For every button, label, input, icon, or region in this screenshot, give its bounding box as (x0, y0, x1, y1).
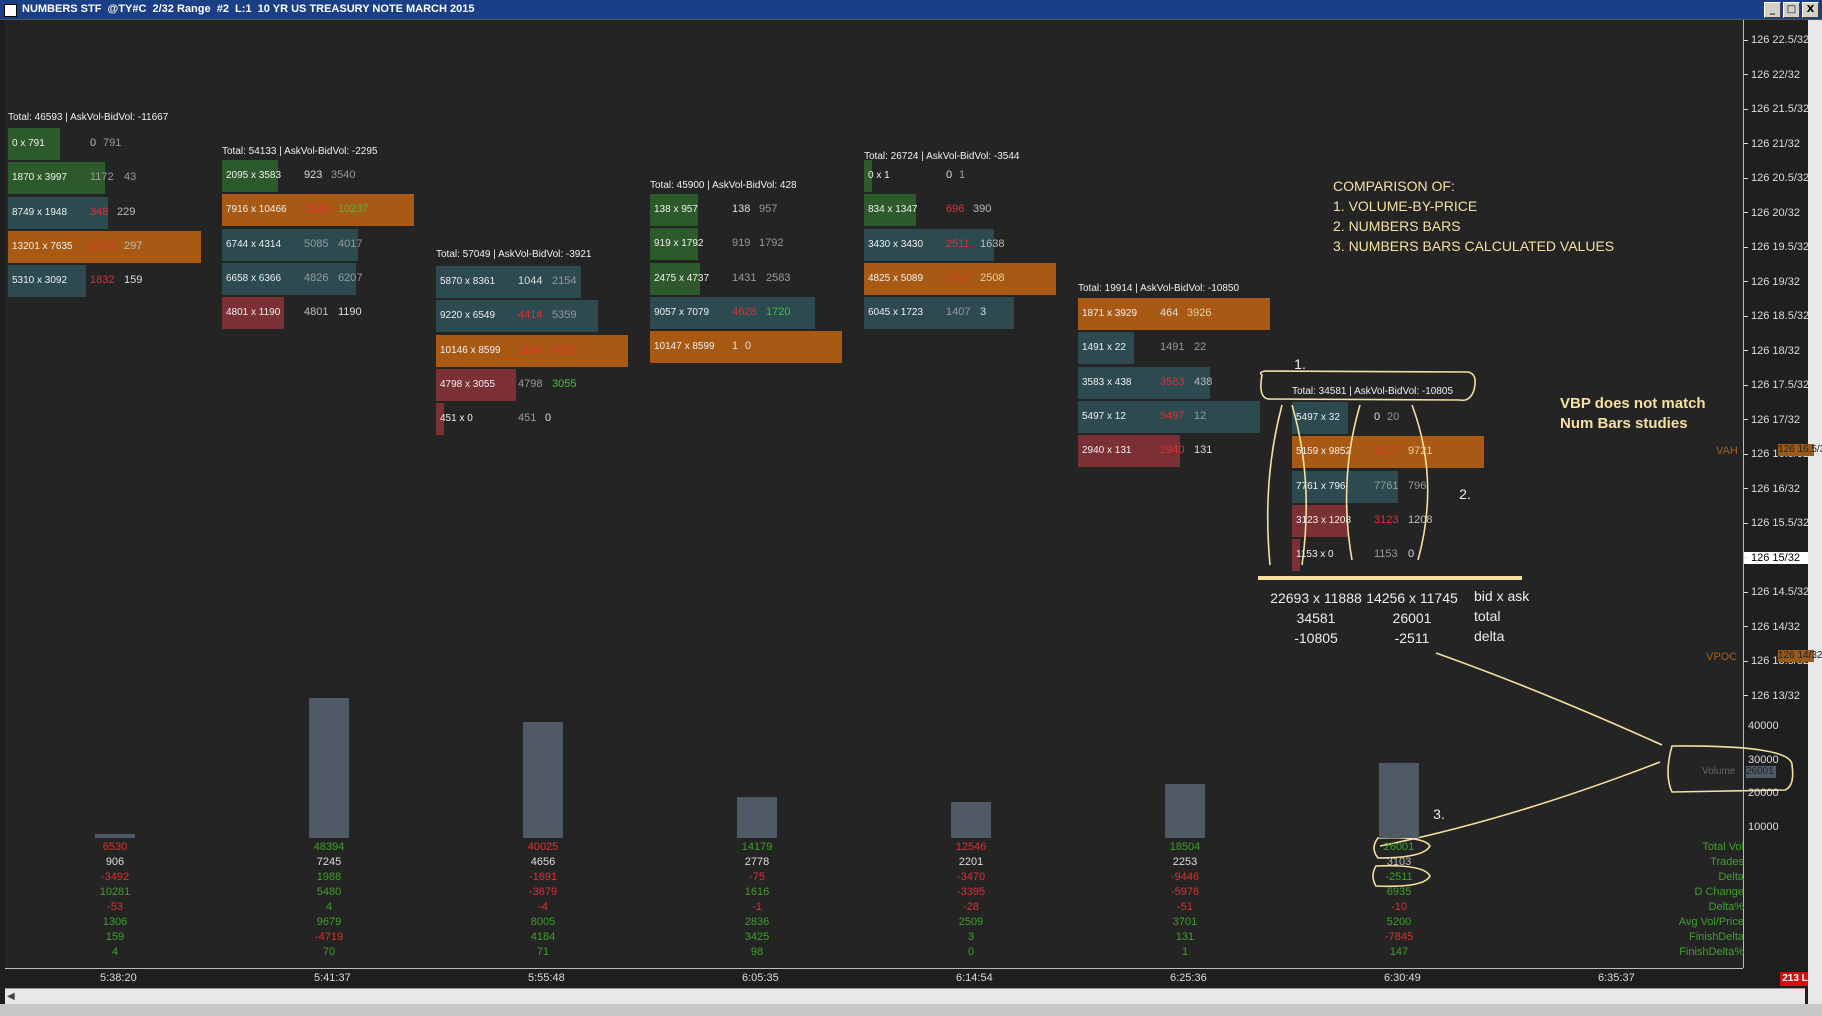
stat-value: -1691 (528, 871, 558, 883)
stat-value: -28 (963, 901, 979, 913)
volume-tick: 10000 (1748, 820, 1779, 833)
stat-value: 9679 (316, 916, 342, 928)
stat-value: 8005 (530, 916, 556, 928)
stat-value: 159 (105, 931, 125, 943)
scroll-left-icon[interactable]: ◀ (7, 991, 15, 1002)
stat-value: -3492 (100, 871, 130, 883)
stat-value: 26001 (1383, 841, 1415, 853)
time-axis[interactable]: 5:38:20 5:41:37 5:55:48 6:05:35 6:14:54 6:25:… (5, 968, 1743, 989)
stat-value: 1 (1181, 946, 1189, 958)
horizontal-scrollbar[interactable]: ◀ (5, 988, 1805, 1005)
stat-value: 6530 (102, 841, 128, 853)
stat-value: 3425 (744, 931, 770, 943)
stat-value: 0 (967, 946, 975, 958)
stat-value: 71 (536, 946, 550, 958)
time-tick-label: 5:38:20 (100, 972, 137, 984)
status-badge: 213 L (1780, 972, 1810, 986)
stat-value: -51 (1177, 901, 1193, 913)
stat-value: -75 (749, 871, 765, 883)
stat-value: 2201 (958, 856, 984, 868)
stat-value: 4 (325, 901, 333, 913)
stat-label: Trades (1710, 856, 1744, 868)
vertical-scrollbar[interactable] (1808, 20, 1822, 1008)
stat-value: -9446 (1170, 871, 1200, 883)
stat-value: 906 (105, 856, 125, 868)
stat-value: 1306 (102, 916, 128, 928)
stat-label: Delta% (1708, 901, 1744, 913)
stat-value: -3470 (956, 871, 986, 883)
time-tick-label: 6:25:36 (1170, 972, 1207, 984)
stat-value: -4719 (314, 931, 344, 943)
stat-value: 48394 (313, 841, 345, 853)
stat-value: 131 (1175, 931, 1195, 943)
stat-value: 1988 (316, 871, 342, 883)
time-tick-label: 6:05:35 (742, 972, 779, 984)
stat-value: 10281 (99, 886, 131, 898)
stat-value: 18504 (1169, 841, 1201, 853)
stat-label: Delta (1718, 871, 1744, 883)
annotation-overlay (1258, 370, 1794, 888)
stat-value: 7245 (316, 856, 342, 868)
time-tick-label: 5:55:48 (528, 972, 565, 984)
stat-value: 3 (967, 931, 975, 943)
stat-value: 147 (1389, 946, 1409, 958)
volume-label: Volume (1702, 766, 1736, 777)
stat-value: 2778 (744, 856, 770, 868)
stat-label: FinishDelta% (1679, 946, 1744, 958)
stat-value: 2836 (744, 916, 770, 928)
volume-bar[interactable] (1165, 784, 1205, 838)
stat-value: -3395 (956, 886, 986, 898)
stat-value: 4656 (530, 856, 556, 868)
volume-tick: 40000 (1748, 720, 1779, 732)
vpoc-value: 126 14/32 (1778, 650, 1822, 662)
vah-value: 126 16.5/32 (1778, 444, 1822, 456)
volume-tick: 30000 (1748, 753, 1779, 766)
stat-value: -4 (538, 901, 548, 913)
volume-tick: 20000 (1748, 787, 1779, 799)
stat-value: 5200 (1386, 916, 1412, 928)
stat-value: 3103 (1386, 856, 1412, 868)
stat-label: Total Vol (1702, 841, 1744, 853)
vpoc-label: VPOC (1706, 651, 1738, 663)
volume-bar[interactable] (737, 796, 777, 838)
volume-bar[interactable] (95, 833, 135, 838)
stat-value: -10 (1391, 901, 1407, 913)
volume-bar[interactable] (1379, 762, 1419, 838)
stat-value: 1616 (744, 886, 770, 898)
stat-label: D Change (1694, 886, 1744, 898)
stat-value: 2253 (1172, 856, 1198, 868)
stat-value: 14179 (741, 841, 773, 853)
stat-value: -7845 (1384, 931, 1414, 943)
status-strip (0, 1004, 1822, 1016)
stat-label: FinishDelta (1688, 931, 1744, 943)
volume-value: 26001 (1746, 766, 1776, 778)
time-tick-label: 6:14:54 (956, 972, 993, 984)
stat-value: 3701 (1172, 916, 1198, 928)
stat-value: 4184 (530, 931, 556, 943)
stat-label: Avg Vol/Price (1678, 916, 1744, 928)
stat-value: 6935 (1386, 886, 1412, 898)
stat-value: 4 (111, 946, 119, 958)
stat-value: -5976 (1170, 886, 1200, 898)
stat-value: 98 (750, 946, 764, 958)
volume-bar[interactable] (523, 722, 563, 838)
stat-value: -3679 (528, 886, 558, 898)
stat-value: 40025 (527, 841, 559, 853)
time-tick-label: 6:35:37 (1598, 972, 1635, 984)
stat-value: 5480 (316, 886, 342, 898)
volume-bar[interactable] (309, 698, 349, 838)
time-tick-label: 5:41:37 (314, 972, 351, 984)
stat-value: 12546 (955, 841, 987, 853)
stat-value: -2511 (1385, 871, 1413, 883)
stat-value: -1 (752, 901, 762, 913)
stat-value: 2509 (958, 916, 984, 928)
stat-value: -53 (107, 901, 123, 913)
time-tick-label: 6:30:49 (1384, 972, 1421, 984)
vah-label: VAH (1716, 445, 1738, 457)
volume-bar[interactable] (951, 801, 991, 838)
stat-value: 70 (322, 946, 336, 958)
